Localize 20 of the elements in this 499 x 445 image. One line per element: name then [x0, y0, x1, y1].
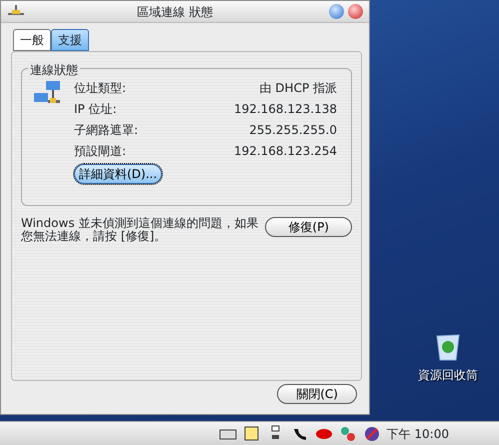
field-label: IP 位址:: [74, 100, 118, 118]
repair-button[interactable]: 修復(P): [265, 217, 352, 237]
field-value: 192.168.123.254: [234, 142, 337, 160]
field-value: 由 DHCP 指派: [259, 80, 337, 96]
window-title: 區域連線 狀態: [136, 4, 214, 20]
close-button[interactable]: [348, 4, 363, 19]
clock: 下午 10:00: [386, 426, 449, 442]
minimize-button[interactable]: [329, 4, 344, 19]
tab[interactable]: 支援: [51, 29, 89, 51]
status-message: Windows 並未偵測到這個連線的問題，如果您無法連線，請按 [修復]。: [21, 217, 260, 243]
details-button[interactable]: 詳細資料(D)...: [74, 164, 162, 184]
desktop-icon-label: 資源回收筒: [418, 367, 478, 384]
close-dialog-button[interactable]: 關閉(C): [277, 384, 357, 404]
field-label: 位址類型:: [74, 80, 128, 96]
tab[interactable]: 一般: [13, 29, 51, 51]
group-title: 連線狀態: [28, 61, 80, 79]
field-label: 子網路遮罩:: [74, 122, 140, 138]
field-value: 192.168.123.138: [234, 100, 337, 118]
field-label: 預設閘道:: [74, 142, 128, 160]
field-value: 255.255.255.0: [249, 122, 337, 138]
